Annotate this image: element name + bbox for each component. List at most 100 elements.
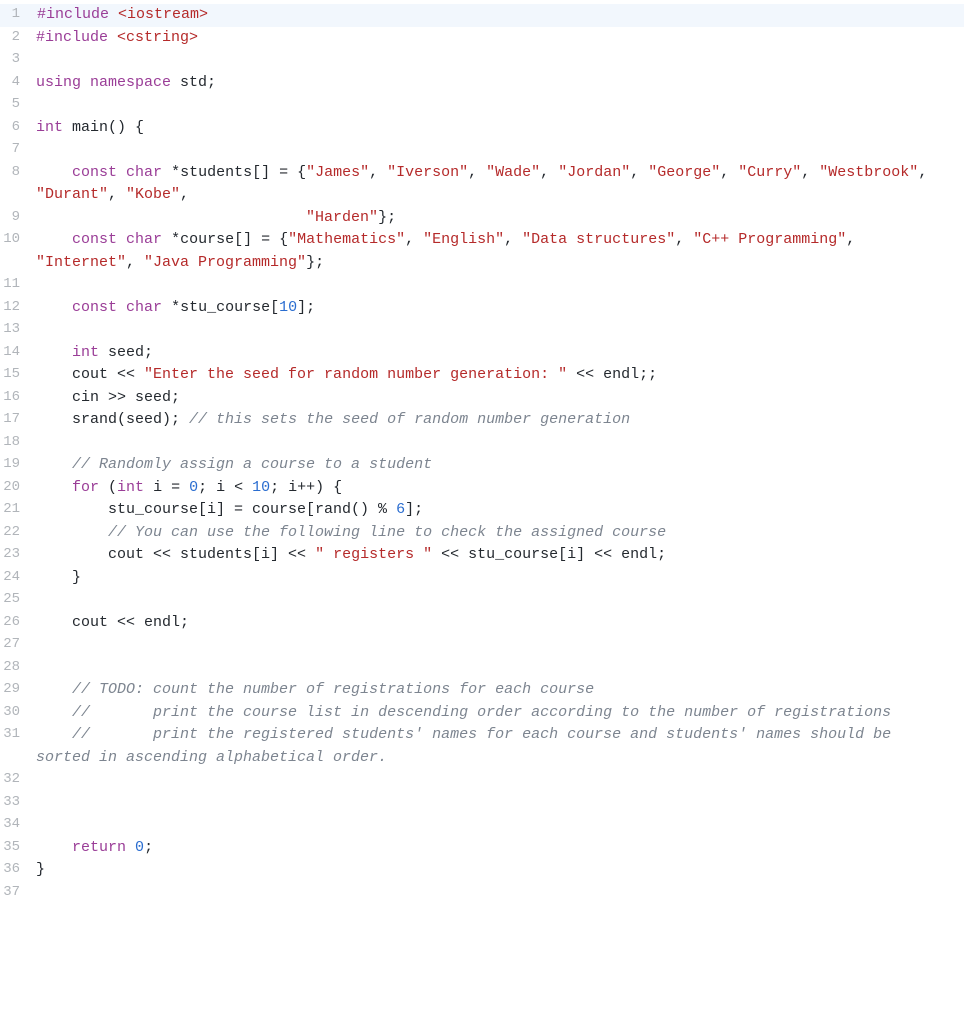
code-content[interactable]: // print the course list in descending o… bbox=[28, 702, 964, 725]
code-line[interactable]: 6int main() { bbox=[0, 117, 964, 140]
code-line[interactable]: 30 // print the course list in descendin… bbox=[0, 702, 964, 725]
line-number: 20 bbox=[0, 477, 28, 498]
code-line[interactable]: 16 cin >> seed; bbox=[0, 387, 964, 410]
line-number: 31 bbox=[0, 724, 28, 745]
token-plain bbox=[108, 29, 117, 46]
code-content[interactable]: return 0; bbox=[28, 837, 964, 860]
line-number: 18 bbox=[0, 432, 28, 453]
code-line[interactable]: 13 bbox=[0, 319, 964, 342]
token-plain: , bbox=[108, 186, 126, 203]
code-line[interactable]: 22 // You can use the following line to … bbox=[0, 522, 964, 545]
token-str: "Wade" bbox=[486, 164, 540, 181]
code-line[interactable]: 34 bbox=[0, 814, 964, 837]
token-num: 10 bbox=[279, 299, 297, 316]
code-content[interactable]: cout << "Enter the seed for random numbe… bbox=[28, 364, 964, 387]
token-plain: cout << endl; bbox=[36, 614, 189, 631]
code-line[interactable]: 20 for (int i = 0; i < 10; i++) { bbox=[0, 477, 964, 500]
code-line[interactable]: 12 const char *stu_course[10]; bbox=[0, 297, 964, 320]
line-number: 3 bbox=[0, 49, 28, 70]
code-content[interactable]: cin >> seed; bbox=[28, 387, 964, 410]
code-line[interactable]: 1#include <iostream> bbox=[0, 4, 964, 27]
token-plain bbox=[117, 164, 126, 181]
line-number: 21 bbox=[0, 499, 28, 520]
code-line[interactable]: 14 int seed; bbox=[0, 342, 964, 365]
code-line[interactable]: 18 bbox=[0, 432, 964, 455]
code-content[interactable]: for (int i = 0; i < 10; i++) { bbox=[28, 477, 964, 500]
code-content[interactable]: using namespace std; bbox=[28, 72, 964, 95]
token-kw: using bbox=[36, 74, 81, 91]
line-number: 17 bbox=[0, 409, 28, 430]
token-plain: , bbox=[918, 164, 936, 181]
line-number: 28 bbox=[0, 657, 28, 678]
token-plain: srand(seed); bbox=[36, 411, 189, 428]
line-number: 16 bbox=[0, 387, 28, 408]
token-plain: , bbox=[504, 231, 522, 248]
code-editor[interactable]: 1#include <iostream>2#include <cstring>3… bbox=[0, 0, 964, 908]
code-line[interactable]: 37 bbox=[0, 882, 964, 905]
code-content[interactable]: // You can use the following line to che… bbox=[28, 522, 964, 545]
code-content[interactable]: const char *course[] = {"Mathematics", "… bbox=[28, 229, 964, 274]
code-line[interactable]: 8 const char *students[] = {"James", "Iv… bbox=[0, 162, 964, 207]
code-line[interactable]: 36} bbox=[0, 859, 964, 882]
line-number: 13 bbox=[0, 319, 28, 340]
code-line[interactable]: 3 bbox=[0, 49, 964, 72]
line-number: 12 bbox=[0, 297, 28, 318]
code-line[interactable]: 2#include <cstring> bbox=[0, 27, 964, 50]
code-line[interactable]: 32 bbox=[0, 769, 964, 792]
token-com: // Randomly assign a course to a student bbox=[72, 456, 432, 473]
code-line[interactable]: 7 bbox=[0, 139, 964, 162]
token-kw: for bbox=[72, 479, 99, 496]
code-content[interactable]: int seed; bbox=[28, 342, 964, 365]
code-content[interactable]: srand(seed); // this sets the seed of ra… bbox=[28, 409, 964, 432]
code-line[interactable]: 35 return 0; bbox=[0, 837, 964, 860]
code-line[interactable]: 10 const char *course[] = {"Mathematics"… bbox=[0, 229, 964, 274]
line-number: 5 bbox=[0, 94, 28, 115]
token-plain: , bbox=[405, 231, 423, 248]
token-plain: ; i++) { bbox=[270, 479, 342, 496]
code-content[interactable]: #include <iostream> bbox=[28, 4, 964, 27]
code-line[interactable]: 11 bbox=[0, 274, 964, 297]
token-str: "Mathematics" bbox=[288, 231, 405, 248]
code-content[interactable]: } bbox=[28, 859, 964, 882]
code-line[interactable]: 33 bbox=[0, 792, 964, 815]
code-content[interactable]: cout << students[i] << " registers " << … bbox=[28, 544, 964, 567]
code-line[interactable]: 15 cout << "Enter the seed for random nu… bbox=[0, 364, 964, 387]
code-line[interactable]: 9 "Harden"}; bbox=[0, 207, 964, 230]
line-number: 27 bbox=[0, 634, 28, 655]
code-content[interactable]: } bbox=[28, 567, 964, 590]
code-content[interactable]: cout << endl; bbox=[28, 612, 964, 635]
token-str: "Westbrook" bbox=[819, 164, 918, 181]
code-content[interactable]: int main() { bbox=[28, 117, 964, 140]
token-plain bbox=[36, 681, 72, 698]
code-line[interactable]: 21 stu_course[i] = course[rand() % 6]; bbox=[0, 499, 964, 522]
token-plain bbox=[36, 704, 72, 721]
code-content[interactable]: // print the registered students' names … bbox=[28, 724, 964, 769]
code-line[interactable]: 25 bbox=[0, 589, 964, 612]
code-content[interactable]: stu_course[i] = course[rand() % 6]; bbox=[28, 499, 964, 522]
code-line[interactable]: 31 // print the registered students' nam… bbox=[0, 724, 964, 769]
code-line[interactable]: 17 srand(seed); // this sets the seed of… bbox=[0, 409, 964, 432]
code-content[interactable]: #include <cstring> bbox=[28, 27, 964, 50]
code-content[interactable]: const char *stu_course[10]; bbox=[28, 297, 964, 320]
code-line[interactable]: 5 bbox=[0, 94, 964, 117]
token-str: "Jordan" bbox=[558, 164, 630, 181]
token-str: "Enter the seed for random number genera… bbox=[144, 366, 567, 383]
code-line[interactable]: 24 } bbox=[0, 567, 964, 590]
token-plain: ]; bbox=[297, 299, 315, 316]
code-content[interactable]: "Harden"}; bbox=[28, 207, 964, 230]
token-plain: i = bbox=[144, 479, 189, 496]
code-line[interactable]: 29 // TODO: count the number of registra… bbox=[0, 679, 964, 702]
token-plain: cin >> seed; bbox=[36, 389, 180, 406]
code-line[interactable]: 27 bbox=[0, 634, 964, 657]
code-content[interactable]: // TODO: count the number of registratio… bbox=[28, 679, 964, 702]
code-line[interactable]: 23 cout << students[i] << " registers " … bbox=[0, 544, 964, 567]
code-line[interactable]: 26 cout << endl; bbox=[0, 612, 964, 635]
code-line[interactable]: 4using namespace std; bbox=[0, 72, 964, 95]
line-number: 9 bbox=[0, 207, 28, 228]
code-line[interactable]: 19 // Randomly assign a course to a stud… bbox=[0, 454, 964, 477]
code-content[interactable]: // Randomly assign a course to a student bbox=[28, 454, 964, 477]
code-content[interactable]: const char *students[] = {"James", "Iver… bbox=[28, 162, 964, 207]
code-line[interactable]: 28 bbox=[0, 657, 964, 680]
token-plain bbox=[36, 726, 72, 743]
token-plain bbox=[36, 299, 72, 316]
